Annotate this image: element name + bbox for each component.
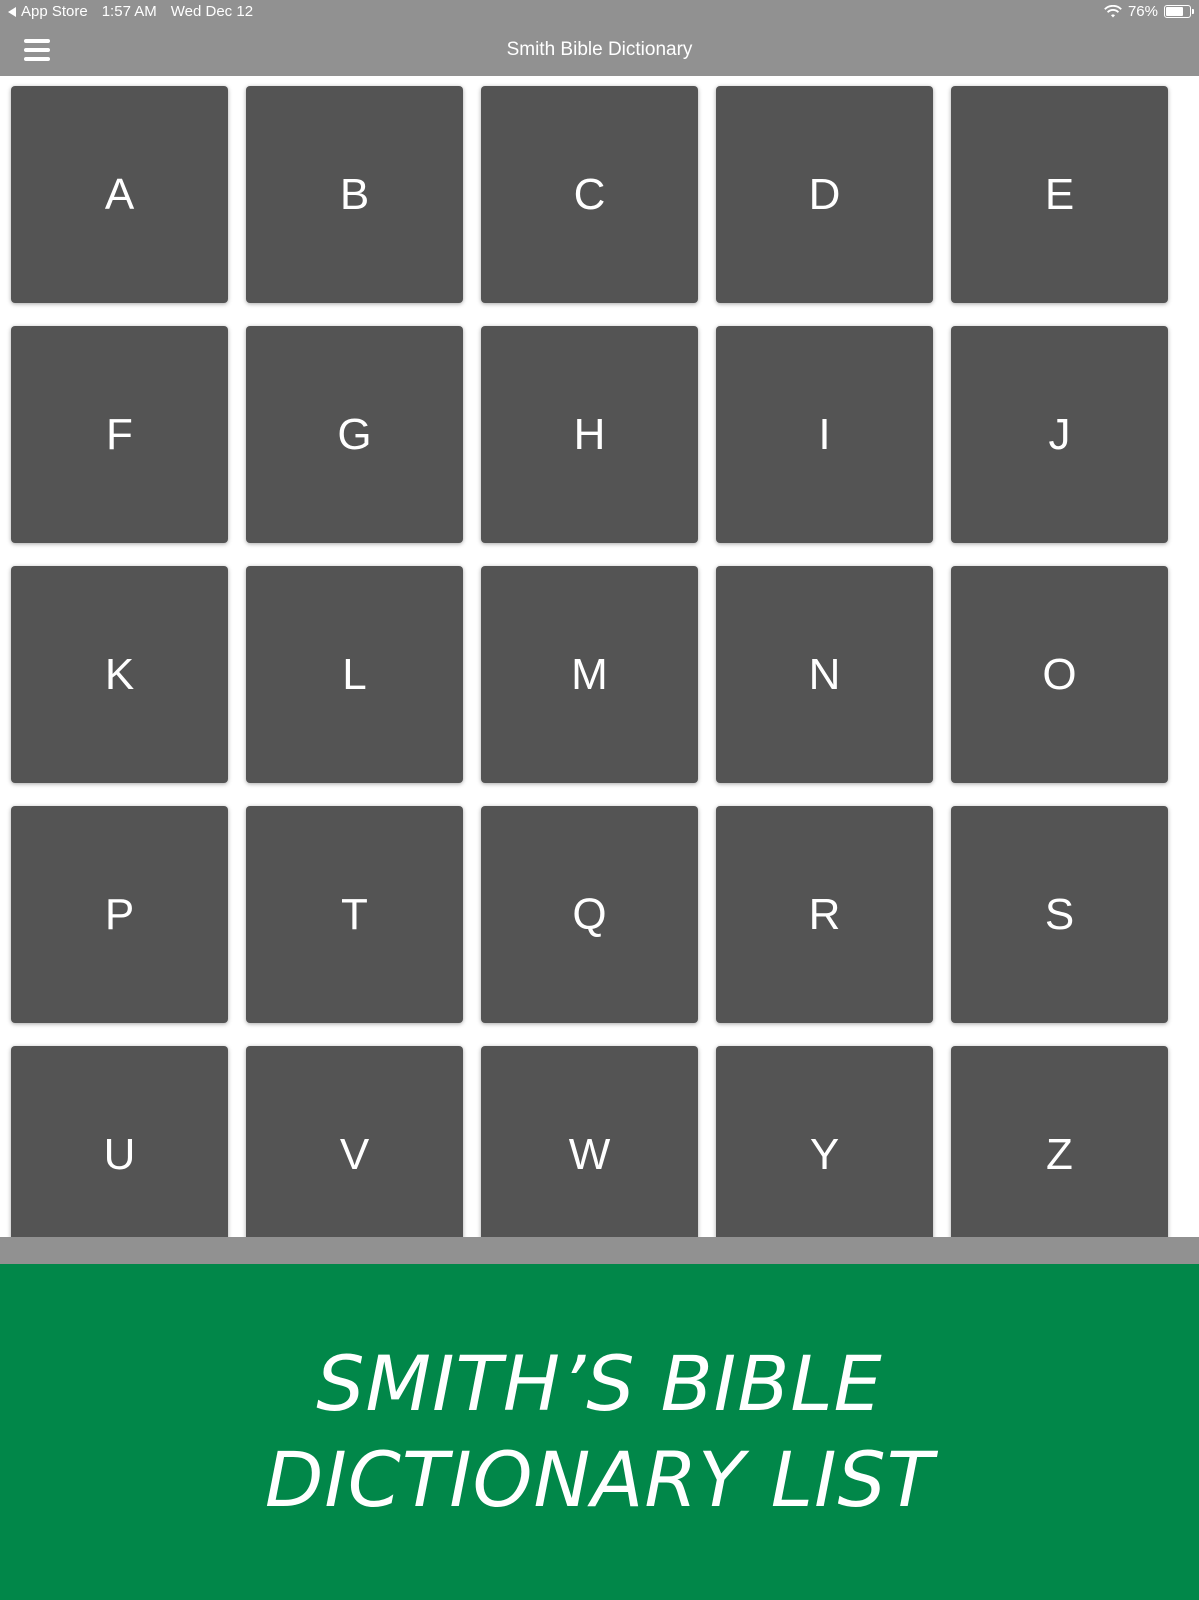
banner-title: SMITH’S BIBLE DICTIONARY LIST [265,1336,934,1528]
letter-tile-o[interactable]: O [951,566,1168,783]
battery-icon [1164,5,1194,18]
letter-label: Z [1046,1129,1073,1179]
letter-label: E [1044,169,1075,219]
letter-tile-b[interactable]: B [246,86,463,303]
letter-tile-m[interactable]: M [481,566,698,783]
letter-tile-f[interactable]: F [11,326,228,543]
nav-bar: Smith Bible Dictionary [0,25,1199,76]
status-time: 1:57 AM [101,3,157,20]
letter-label: V [339,1129,370,1179]
letter-tile-i[interactable]: I [716,326,933,543]
battery-level-fill [1166,7,1183,16]
letter-label: B [339,169,370,219]
back-app-label: App Store [21,3,88,20]
letter-label: R [808,889,841,939]
letter-label: T [341,889,368,939]
letter-tile-l[interactable]: L [246,566,463,783]
letter-label: H [573,409,606,459]
letter-tile-t[interactable]: T [246,806,463,1023]
banner-line-2: DICTIONARY LIST [264,1435,935,1524]
letter-label: M [571,649,608,699]
letter-tile-p[interactable]: P [11,806,228,1023]
banner: SMITH’S BIBLE DICTIONARY LIST [0,1264,1199,1600]
divider [0,1237,1199,1264]
letter-tile-u[interactable]: U [11,1046,228,1237]
letter-tile-s[interactable]: S [951,806,1168,1023]
letter-label: O [1042,649,1077,699]
letter-label: C [573,169,606,219]
banner-line-1: SMITH’S BIBLE [316,1339,883,1428]
page-title: Smith Bible Dictionary [506,39,693,60]
letter-label: L [342,649,367,699]
letter-label: G [337,409,372,459]
letter-label: S [1044,889,1075,939]
letter-tile-z[interactable]: Z [951,1046,1168,1237]
letter-label: I [818,409,831,459]
letter-tile-r[interactable]: R [716,806,933,1023]
letter-label: A [104,169,135,219]
letter-label: P [104,889,135,939]
letter-label: Y [809,1129,840,1179]
letter-tile-g[interactable]: G [246,326,463,543]
back-arrow-icon [8,6,16,17]
letter-tile-w[interactable]: W [481,1046,698,1237]
letter-tile-k[interactable]: K [11,566,228,783]
letter-label: U [103,1129,136,1179]
letter-tile-j[interactable]: J [951,326,1168,543]
letter-tile-d[interactable]: D [716,86,933,303]
letter-tile-h[interactable]: H [481,326,698,543]
wifi-icon [1104,4,1122,17]
battery-percent: 76% [1127,3,1158,20]
letter-label: D [808,169,841,219]
letter-tile-y[interactable]: Y [716,1046,933,1237]
letter-tile-c[interactable]: C [481,86,698,303]
letter-tile-q[interactable]: Q [481,806,698,1023]
letter-tile-v[interactable]: V [246,1046,463,1237]
letter-label: W [568,1129,611,1179]
letter-label: K [104,649,135,699]
letter-label: N [808,649,841,699]
letter-tile-n[interactable]: N [716,566,933,783]
status-date: Wed Dec 12 [170,3,254,20]
letter-label: Q [572,889,607,939]
letter-tile-e[interactable]: E [951,86,1168,303]
letter-label: J [1048,409,1071,459]
letter-tile-a[interactable]: A [11,86,228,303]
letter-label: F [106,409,133,459]
letter-grid: A B C D E F G H I J K L M N O P T Q R S U V W Y Z [0,76,1199,1237]
back-to-app-store[interactable]: App Store [8,3,88,20]
status-bar: App Store 1:57 AM Wed Dec 12 76% [0,0,1199,25]
